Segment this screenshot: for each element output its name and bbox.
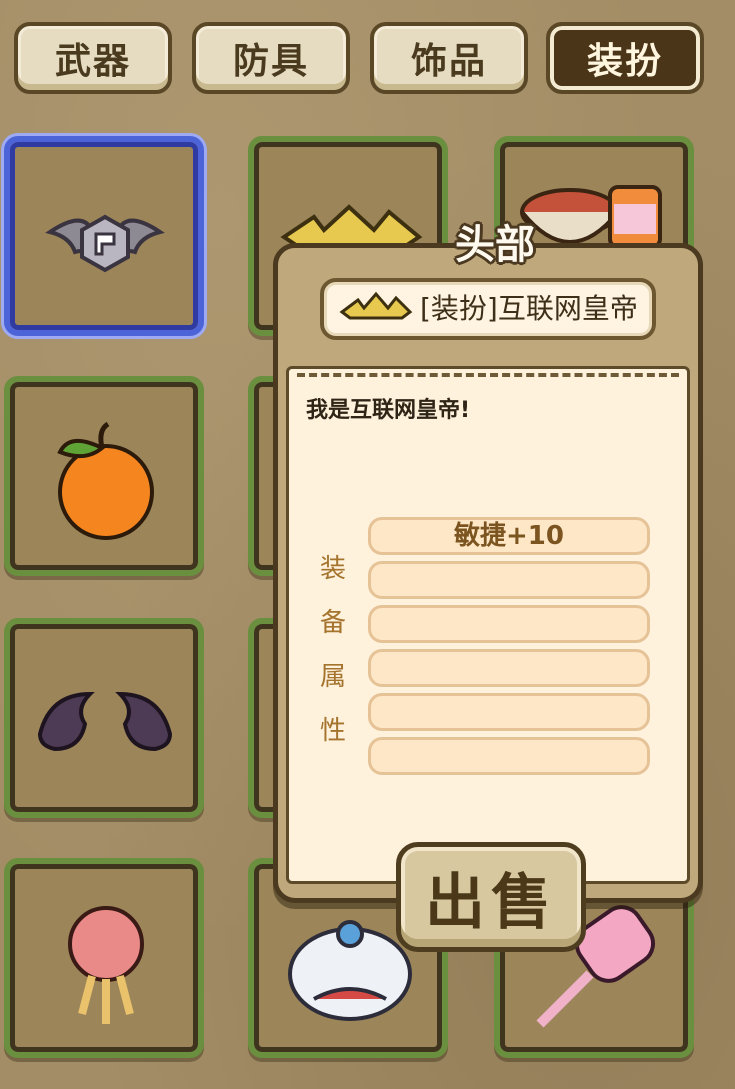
bat-wing-emblem-icon <box>45 214 165 273</box>
tab-accessories[interactable]: 饰品 <box>370 22 528 94</box>
attribute-slot <box>368 693 650 731</box>
devil-horns-icon <box>37 691 173 752</box>
tab-armor[interactable]: 防具 <box>192 22 350 94</box>
attribute-slot <box>368 605 650 643</box>
tab-weapons[interactable]: 武器 <box>14 22 172 94</box>
sell-button[interactable]: 出售 <box>396 842 586 952</box>
slot-type-title: 头部 <box>455 222 535 268</box>
tab-costume[interactable]: 装扮 <box>546 22 704 94</box>
golden-crown-icon <box>339 291 413 320</box>
attribute-slot: 敏捷+10 <box>368 517 650 555</box>
category-tabs: 武器 防具 饰品 装扮 <box>0 0 735 110</box>
item-slot-orange[interactable] <box>4 376 204 576</box>
red-lantern-knot-icon <box>68 906 144 1024</box>
attribute-slot <box>368 649 650 687</box>
item-name: [装扮]互联网皇帝 <box>420 292 638 325</box>
attr-label-char: 备 <box>319 608 346 638</box>
attr-label-char: 性 <box>319 716 346 746</box>
item-name-plate: [装扮]互联网皇帝 <box>320 278 656 340</box>
attr-label-char: 属 <box>319 662 346 692</box>
dashed-divider <box>297 373 679 377</box>
attribute-slot <box>368 737 650 775</box>
attribute-slot <box>368 561 650 599</box>
attr-label-char: 装 <box>319 554 346 584</box>
item-slot-bat-emblem[interactable] <box>4 136 204 336</box>
orange-fruit-icon <box>57 421 154 540</box>
item-slot-lantern[interactable] <box>4 858 204 1058</box>
equipment-attributes-label: 装 备 属 性 <box>318 542 348 758</box>
item-description: 我是互联网皇帝! <box>306 398 471 423</box>
item-slot-horns[interactable] <box>4 618 204 818</box>
